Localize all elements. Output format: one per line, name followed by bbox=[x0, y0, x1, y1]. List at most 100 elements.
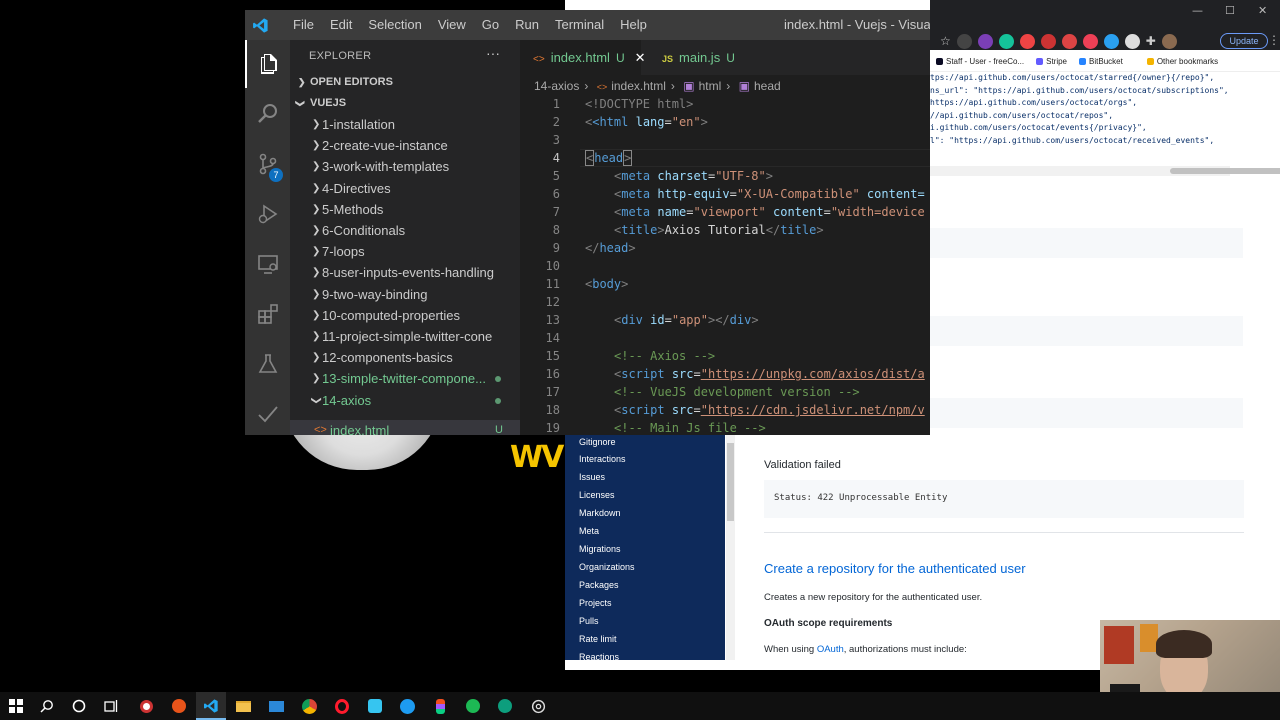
menu-go[interactable]: Go bbox=[474, 10, 507, 40]
grammarly-icon[interactable] bbox=[998, 33, 1014, 49]
bookmark-item[interactable]: Other bookmarks bbox=[1146, 57, 1218, 66]
source-control-activity[interactable]: 7 bbox=[245, 140, 290, 188]
menu-edit[interactable]: Edit bbox=[322, 10, 360, 40]
app-icon[interactable] bbox=[170, 697, 188, 715]
docs-nav-link[interactable]: Pulls bbox=[565, 612, 725, 630]
run-debug-activity[interactable] bbox=[245, 190, 290, 238]
docs-nav-link[interactable]: Organizations bbox=[565, 558, 725, 576]
mail-icon[interactable] bbox=[267, 697, 285, 715]
code-line: <script src="https://unpkg.com/axios/dis… bbox=[614, 367, 925, 381]
docs-nav-link[interactable]: Rate limit bbox=[565, 630, 725, 648]
breadcrumb-symbol-html[interactable]: html bbox=[699, 79, 722, 93]
file-item-index-html[interactable]: <> index.html U bbox=[290, 420, 520, 435]
folder-item[interactable]: ❯ 3-work-with-templates bbox=[290, 156, 520, 177]
task-view-icon[interactable] bbox=[102, 697, 120, 715]
menu-file[interactable]: File bbox=[285, 10, 322, 40]
extension-icon[interactable] bbox=[956, 33, 972, 49]
docs-nav-link[interactable]: Issues bbox=[565, 468, 725, 486]
remote-explorer-activity[interactable] bbox=[245, 240, 290, 288]
oauth-link[interactable]: OAuth bbox=[817, 644, 844, 655]
breadcrumb-file[interactable]: index.html bbox=[611, 79, 666, 93]
bookmark-item[interactable]: Staff - User - freeCo... bbox=[936, 57, 1024, 66]
breadcrumb-folder[interactable]: 14-axios bbox=[534, 79, 579, 93]
search-icon[interactable] bbox=[38, 697, 56, 715]
vscode-taskbar-icon[interactable] bbox=[202, 697, 220, 715]
search-activity[interactable] bbox=[245, 90, 290, 138]
close-window-button[interactable]: ✕ bbox=[1258, 4, 1267, 17]
windows-start-icon[interactable] bbox=[7, 697, 25, 715]
remote-explorer-icon bbox=[257, 255, 278, 274]
folder-item[interactable]: ❯ 2-create-vue-instance bbox=[290, 135, 520, 156]
breadcrumb-symbol-head[interactable]: head bbox=[754, 79, 781, 93]
testing-activity[interactable] bbox=[245, 340, 290, 388]
docs-nav-link[interactable]: Markdown bbox=[565, 504, 725, 522]
opera-icon[interactable] bbox=[333, 697, 351, 715]
extension-icon[interactable] bbox=[1040, 33, 1056, 49]
folder-item[interactable]: ❯ 12-components-basics bbox=[290, 347, 520, 368]
docs-nav-link[interactable]: Gitignore bbox=[565, 435, 725, 450]
menu-dots-icon[interactable]: ⋮ bbox=[1268, 33, 1280, 47]
folder-item[interactable]: ❯ 6-Conditionals bbox=[290, 220, 520, 241]
folder-item[interactable]: ❯ 1-installation bbox=[290, 114, 520, 135]
horizontal-scrollbar[interactable] bbox=[930, 166, 1280, 176]
puzzle-icon[interactable]: ✚ bbox=[1146, 34, 1156, 48]
settings-icon[interactable] bbox=[529, 697, 547, 715]
more-actions-icon[interactable]: ··· bbox=[486, 45, 500, 61]
slack-icon[interactable] bbox=[366, 697, 384, 715]
extension-icon[interactable] bbox=[1103, 33, 1119, 49]
close-tab-icon[interactable]: ✕ bbox=[635, 50, 646, 65]
todo-activity[interactable] bbox=[245, 390, 290, 435]
docs-nav-link[interactable]: Interactions bbox=[565, 450, 725, 468]
update-button[interactable]: Update bbox=[1220, 33, 1268, 49]
folder-item[interactable]: ❯ 7-loops bbox=[290, 241, 520, 262]
bookmark-item[interactable]: BitBucket bbox=[1079, 57, 1123, 66]
folder-item[interactable]: ❯ 14-axios bbox=[290, 390, 520, 411]
docs-nav-link[interactable]: Reactions bbox=[565, 648, 725, 660]
minimize-button[interactable]: — bbox=[1192, 4, 1203, 17]
folder-item[interactable]: ❯ 9-two-way-binding bbox=[290, 284, 520, 305]
menu-help[interactable]: Help bbox=[612, 10, 655, 40]
extension-icon[interactable] bbox=[1061, 33, 1077, 49]
open-editors-section[interactable]: ❯ OPEN EDITORS bbox=[290, 72, 520, 93]
explorer-activity[interactable] bbox=[245, 40, 290, 88]
docs-sidebar-scrollbar[interactable] bbox=[726, 435, 735, 660]
docs-nav-link[interactable]: Migrations bbox=[565, 540, 725, 558]
chrome-icon[interactable] bbox=[300, 697, 318, 715]
file-explorer-icon[interactable] bbox=[234, 697, 252, 715]
app-icon[interactable] bbox=[464, 697, 482, 715]
tab-index-html[interactable]: <> index.html U ✕ bbox=[520, 40, 646, 75]
docs-nav-link[interactable]: Licenses bbox=[565, 486, 725, 504]
tab-main-js[interactable]: JS main.js U bbox=[650, 40, 760, 75]
app-icon[interactable] bbox=[496, 697, 514, 715]
docs-nav-link[interactable]: Projects bbox=[565, 594, 725, 612]
folder-item[interactable]: ❯ 11-project-simple-twitter-cone bbox=[290, 326, 520, 347]
extensions-activity[interactable] bbox=[245, 290, 290, 338]
menu-run[interactable]: Run bbox=[507, 10, 547, 40]
extension-icon[interactable] bbox=[977, 33, 993, 49]
docs-nav-link[interactable]: Meta bbox=[565, 522, 725, 540]
code-editor[interactable]: 1 2 3 4 5 6 7 8 9 10 11 12 13 14 15 16 17 18 19 <!DOCTYPE … bbox=[520, 97, 930, 435]
section-heading-link[interactable]: Create a repository for the authenticate… bbox=[764, 561, 1026, 576]
docs-nav-link[interactable]: Packages bbox=[565, 576, 725, 594]
extension-icon[interactable] bbox=[1019, 33, 1035, 49]
menu-bar: File Edit Selection View Go Run Terminal… bbox=[285, 10, 655, 40]
folder-item[interactable]: ❯ 8-user-inputs-events-handling bbox=[290, 262, 520, 283]
profile-avatar[interactable] bbox=[1161, 33, 1177, 49]
cortana-icon[interactable] bbox=[70, 697, 88, 715]
extension-icon[interactable] bbox=[1124, 33, 1140, 49]
workspace-section[interactable]: ❯ VUEJS bbox=[290, 93, 520, 114]
folder-item[interactable]: ❯ 5-Methods bbox=[290, 199, 520, 220]
folder-item[interactable]: ❯ 13-simple-twitter-compone... bbox=[290, 368, 520, 389]
figma-icon[interactable] bbox=[431, 697, 449, 715]
pocket-icon[interactable] bbox=[1082, 33, 1098, 49]
bookmark-item[interactable]: Stripe bbox=[1036, 57, 1067, 66]
menu-terminal[interactable]: Terminal bbox=[547, 10, 612, 40]
maximize-button[interactable]: ☐ bbox=[1225, 4, 1235, 17]
star-icon[interactable]: ☆ bbox=[940, 34, 951, 48]
app-icon[interactable] bbox=[398, 697, 416, 715]
menu-selection[interactable]: Selection bbox=[360, 10, 429, 40]
menu-view[interactable]: View bbox=[430, 10, 474, 40]
app-icon[interactable] bbox=[137, 697, 155, 715]
folder-item[interactable]: ❯ 4-Directives bbox=[290, 178, 520, 199]
folder-item[interactable]: ❯ 10-computed-properties bbox=[290, 305, 520, 326]
